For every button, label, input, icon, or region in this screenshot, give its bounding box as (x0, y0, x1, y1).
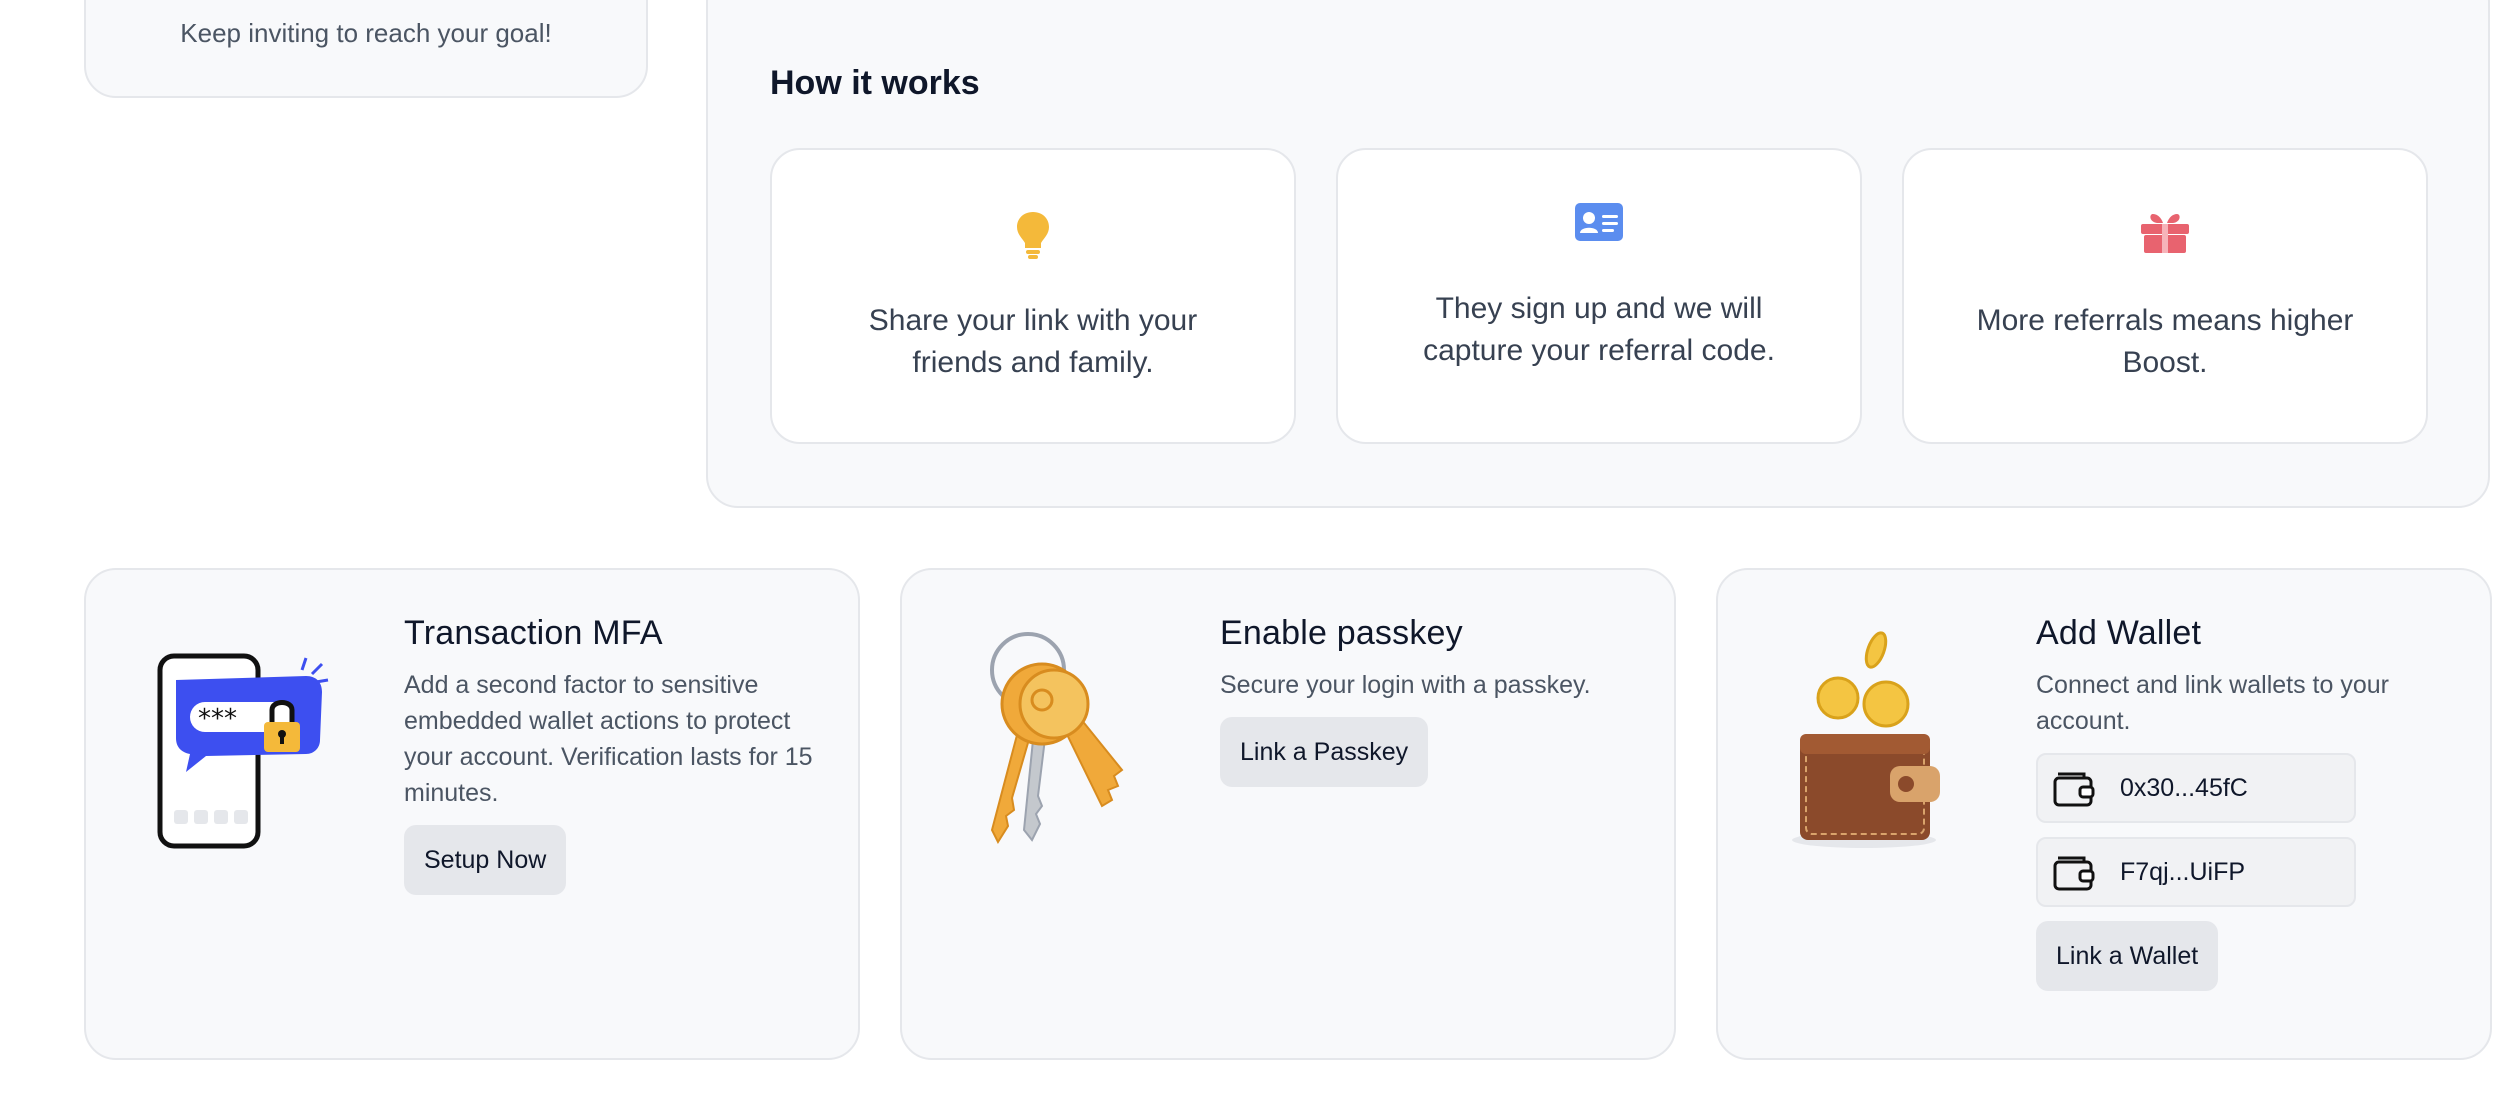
mfa-description: Add a second factor to sensitive embedde… (404, 671, 813, 807)
wallet-coins-icon (1778, 630, 1978, 850)
mfa-title: Transaction MFA (404, 614, 663, 652)
step-text: More referrals means higher Boost. (1934, 300, 2396, 384)
wallet-title: Add Wallet (2036, 614, 2202, 652)
wallet-address: F7qj...UiFP (2120, 857, 2246, 886)
wallet-chip[interactable]: 0x30...45fC (2036, 753, 2356, 823)
link-passkey-button[interactable]: Link a Passkey (1220, 717, 1429, 787)
step-sign-up: They sign up and we will capture your re… (1336, 148, 1862, 444)
svg-text:***: *** (198, 704, 237, 734)
enable-passkey-card: Enable passkey Secure your login with a … (900, 568, 1676, 1060)
step-text: Share your link with your friends and fa… (802, 300, 1264, 384)
keys-icon (962, 630, 1162, 850)
add-wallet-card: Add Wallet Connect and link wallets to y… (1716, 568, 2492, 1060)
step-more-referrals: More referrals means higher Boost. (1902, 148, 2428, 444)
gift-icon (1904, 210, 2426, 262)
mfa-content: Transaction MFA Add a second factor to s… (404, 614, 824, 895)
wallet-description: Connect and link wallets to your account… (2036, 671, 2389, 735)
link-wallet-button[interactable]: Link a Wallet (2036, 921, 2219, 991)
step-text: They sign up and we will capture your re… (1368, 288, 1830, 372)
wallet-icon (2052, 849, 2098, 895)
step-text-line: They sign up and we will (1435, 292, 1763, 325)
id-card-icon (1338, 202, 1860, 254)
step-text-line: capture your referral code. (1423, 334, 1775, 367)
setup-now-button[interactable]: Setup Now (404, 825, 567, 895)
phone-password-lock-icon: *** (146, 630, 346, 850)
wallet-icon (2052, 765, 2098, 811)
how-it-works-title: How it works (770, 64, 980, 102)
lightbulb-icon (772, 210, 1294, 262)
step-share-link: Share your link with your friends and fa… (770, 148, 1296, 444)
passkey-content: Enable passkey Secure your login with a … (1220, 614, 1640, 787)
wallet-address: 0x30...45fC (2120, 773, 2248, 802)
step-text-line: Share your link with your (868, 304, 1198, 337)
step-text-line: friends and family. (912, 346, 1154, 379)
step-text-line: More referrals means higher (1976, 304, 2354, 337)
transaction-mfa-card: *** Transaction MFA Add a second factor … (84, 568, 860, 1060)
wallet-content: Add Wallet Connect and link wallets to y… (2036, 614, 2456, 991)
how-it-works-card: How it works Share your link with your f… (706, 0, 2490, 508)
goal-card: Keep inviting to reach your goal! (84, 0, 648, 98)
goal-text: Keep inviting to reach your goal! (180, 18, 552, 48)
passkey-title: Enable passkey (1220, 614, 1463, 652)
step-text-line: Boost. (2122, 346, 2208, 379)
passkey-description: Secure your login with a passkey. (1220, 671, 1591, 699)
wallet-chip[interactable]: F7qj...UiFP (2036, 837, 2356, 907)
